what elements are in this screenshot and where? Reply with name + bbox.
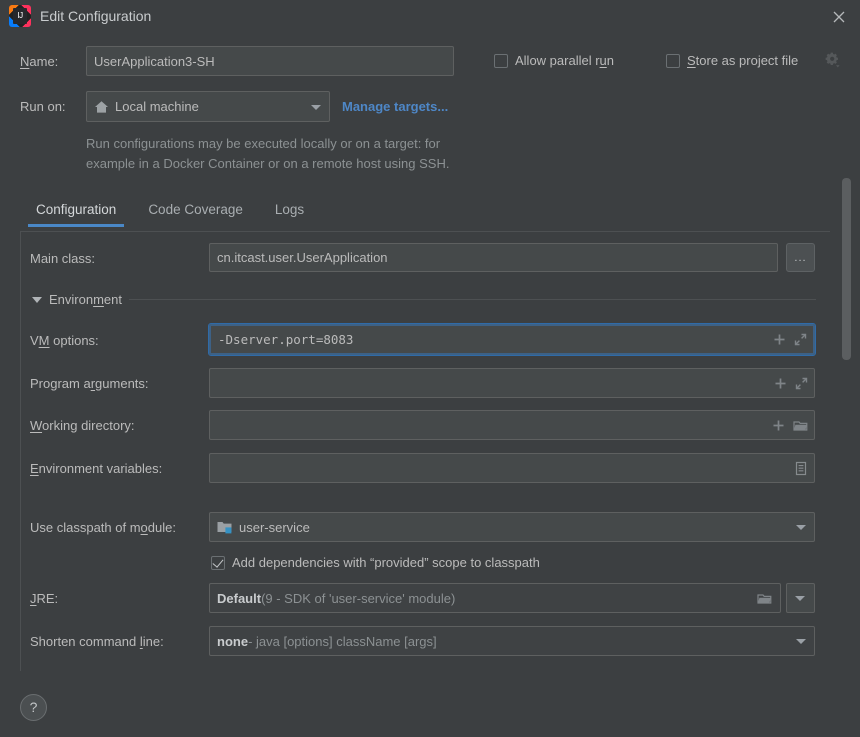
collapse-triangle-icon[interactable]	[32, 296, 42, 303]
tab-code-coverage[interactable]: Code Coverage	[132, 198, 259, 227]
working-directory-label: Working directory:	[30, 418, 135, 433]
run-target-description: Run configurations may be executed local…	[86, 134, 556, 174]
store-as-project-file-label: Store as project file	[687, 53, 799, 68]
window-title: Edit Configuration	[40, 8, 152, 24]
tab-bar: Configuration Code Coverage Logs	[20, 198, 320, 227]
plus-icon[interactable]	[772, 419, 785, 432]
gear-dropdown-icon[interactable]	[824, 51, 842, 72]
add-dependencies-box[interactable]	[211, 555, 225, 570]
title-bar: IJ Edit Configuration	[0, 0, 860, 33]
run-on-label: Run on:	[20, 99, 66, 114]
list-document-icon[interactable]	[794, 461, 808, 476]
description-line-2: example in a Docker Container or on a re…	[86, 156, 450, 171]
name-input[interactable]: UserApplication3-SH	[86, 46, 454, 76]
panel-left-border	[20, 231, 21, 671]
dialog-footer: ? OK Cancel Apply	[0, 680, 860, 737]
home-icon	[94, 100, 109, 114]
close-icon[interactable]	[828, 6, 850, 28]
store-as-project-file-checkbox[interactable]: Store as project file	[666, 53, 798, 68]
program-arguments-label: Program arguments:	[30, 376, 149, 391]
jre-value-secondary: (9 - SDK of 'user-service' module)	[261, 590, 456, 606]
shorten-command-line-value-secondary: - java [options] className [args]	[248, 633, 437, 649]
shorten-command-line-label: Shorten command line:	[30, 634, 164, 649]
program-arguments-input[interactable]	[209, 368, 815, 398]
name-label: Name:	[20, 54, 58, 69]
run-on-dropdown[interactable]: Local machine	[86, 91, 330, 122]
intellij-idea-logo-icon: IJ	[9, 5, 31, 27]
use-classpath-of-module-value: user-service	[239, 519, 310, 535]
jre-dropdown-button[interactable]	[786, 583, 815, 613]
environment-section-label: Environment	[49, 292, 122, 307]
jre-label: JRE:	[30, 591, 59, 606]
main-class-value: cn.itcast.user.UserApplication	[217, 250, 388, 265]
shorten-command-line-dropdown[interactable]: none - java [options] className [args]	[209, 626, 815, 656]
main-class-browse-button[interactable]: ...	[786, 243, 815, 272]
plus-icon[interactable]	[774, 377, 787, 390]
module-folder-icon	[217, 520, 233, 534]
vm-options-value: -Dserver.port=8083	[218, 332, 354, 347]
chevron-down-icon[interactable]	[311, 104, 321, 110]
chevron-down-icon[interactable]	[796, 639, 806, 644]
help-button[interactable]: ?	[20, 694, 47, 721]
add-dependencies-label: Add dependencies with “provided” scope t…	[232, 555, 540, 570]
logo-text: IJ	[13, 8, 27, 24]
run-on-value: Local machine	[115, 99, 199, 114]
vm-options-input[interactable]: -Dserver.port=8083	[208, 323, 816, 356]
allow-parallel-run-label: Allow parallel run	[515, 53, 615, 68]
description-line-1: Run configurations may be executed local…	[86, 136, 441, 151]
folder-icon[interactable]	[793, 419, 808, 432]
tab-divider	[20, 231, 830, 232]
store-as-project-file-box[interactable]	[666, 53, 680, 68]
section-rule	[129, 299, 816, 300]
plus-icon[interactable]	[773, 333, 786, 346]
name-label-rest: ame:	[29, 54, 59, 69]
main-class-input[interactable]: cn.itcast.user.UserApplication	[209, 243, 778, 272]
name-label-mnemonic: N	[20, 54, 30, 69]
folder-icon[interactable]	[757, 592, 772, 605]
expand-icon[interactable]	[795, 377, 808, 390]
environment-variables-label: Environment variables:	[30, 461, 163, 476]
chevron-down-icon[interactable]	[795, 596, 805, 601]
manage-targets-link[interactable]: Manage targets...	[342, 99, 448, 114]
main-class-label: Main class:	[30, 251, 96, 266]
jre-input[interactable]: Default (9 - SDK of 'user-service' modul…	[209, 583, 781, 613]
working-directory-input[interactable]	[209, 410, 815, 440]
vm-options-label: VM options:	[30, 333, 99, 348]
use-classpath-of-module-label: Use classpath of module:	[30, 520, 176, 535]
expand-icon[interactable]	[794, 333, 807, 346]
edit-configuration-dialog: IJ Edit Configuration Name: UserApplicat…	[0, 0, 860, 737]
jre-value-primary: Default	[217, 590, 262, 606]
environment-variables-input[interactable]	[209, 453, 815, 483]
chevron-down-icon[interactable]	[796, 525, 806, 530]
scrollbar-thumb[interactable]	[842, 178, 851, 360]
allow-parallel-run-checkbox[interactable]: Allow parallel run	[494, 53, 614, 68]
add-dependencies-checkbox[interactable]: Add dependencies with “provided” scope t…	[211, 555, 540, 570]
allow-parallel-run-box[interactable]	[494, 53, 508, 68]
shorten-command-line-value-primary: none	[217, 633, 249, 649]
tab-configuration[interactable]: Configuration	[20, 198, 132, 227]
use-classpath-of-module-dropdown[interactable]: user-service	[209, 512, 815, 542]
tab-logs[interactable]: Logs	[259, 198, 320, 227]
environment-section-header[interactable]: Environment	[32, 292, 816, 307]
name-input-value: UserApplication3-SH	[94, 53, 215, 69]
